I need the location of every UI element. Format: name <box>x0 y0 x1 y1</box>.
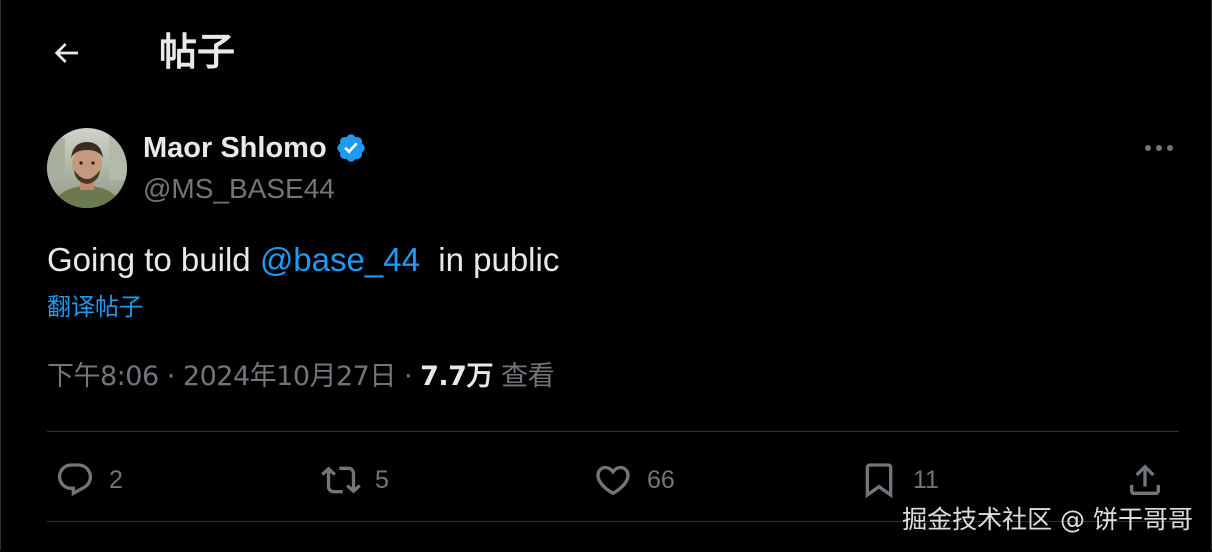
post-meta: 下午8:06 · 2024年10月27日 · 7.7万 查看 <box>47 358 555 396</box>
reply-count: 2 <box>109 465 123 494</box>
share-button[interactable] <box>1125 458 1165 502</box>
meta-separator: · <box>166 361 176 392</box>
author-name-text: Maor Shlomo <box>143 132 327 164</box>
views-count: 7.7万 <box>420 361 493 392</box>
avatar-image <box>47 128 127 208</box>
like-count: 66 <box>647 465 675 494</box>
share-upload-icon <box>1130 464 1160 495</box>
arrow-left-icon <box>54 43 78 63</box>
tweet-text-before: Going to build <box>47 241 260 278</box>
post-date[interactable]: 2024年10月27日 <box>183 361 396 392</box>
meta-separator: · <box>403 361 413 392</box>
post-time[interactable]: 下午8:06 <box>47 361 159 392</box>
page-header: 帖子 <box>1 0 1211 100</box>
author-handle[interactable]: @MS_BASE44 <box>143 171 335 207</box>
repost-icon <box>321 466 361 494</box>
watermark: 掘金技术社区 @ 饼干哥哥 <box>902 505 1193 534</box>
avatar[interactable] <box>47 128 127 208</box>
reply-bubble-icon <box>57 463 93 497</box>
bookmark-icon <box>865 463 893 499</box>
views-label: 查看 <box>501 361 555 392</box>
mention-link[interactable]: @base_44 <box>260 241 420 278</box>
verified-badge-icon <box>337 134 365 162</box>
page-title: 帖子 <box>159 30 236 74</box>
more-options-button[interactable] <box>1131 128 1187 168</box>
tweet-text-after: in public <box>419 241 560 278</box>
heart-icon <box>596 465 630 496</box>
post-view: 帖子 Maor Shlomo @MS_BASE44 Going to build… <box>0 0 1212 550</box>
reply-button[interactable]: 2 <box>55 458 123 502</box>
more-dot <box>1167 145 1173 151</box>
repost-count: 5 <box>375 465 389 494</box>
bookmark-count: 11 <box>913 465 939 494</box>
divider <box>47 431 1179 432</box>
repost-button[interactable]: 5 <box>321 458 389 502</box>
more-dot <box>1156 145 1162 151</box>
more-dots-icon <box>1145 145 1151 151</box>
back-button[interactable] <box>41 28 91 78</box>
like-button[interactable]: 66 <box>593 458 675 502</box>
translate-post-link[interactable]: 翻译帖子 <box>47 290 143 324</box>
tweet-text: Going to build @base_44 in public <box>47 238 559 282</box>
author-name[interactable]: Maor Shlomo <box>143 130 367 166</box>
bookmark-button[interactable]: 11 <box>859 458 939 502</box>
